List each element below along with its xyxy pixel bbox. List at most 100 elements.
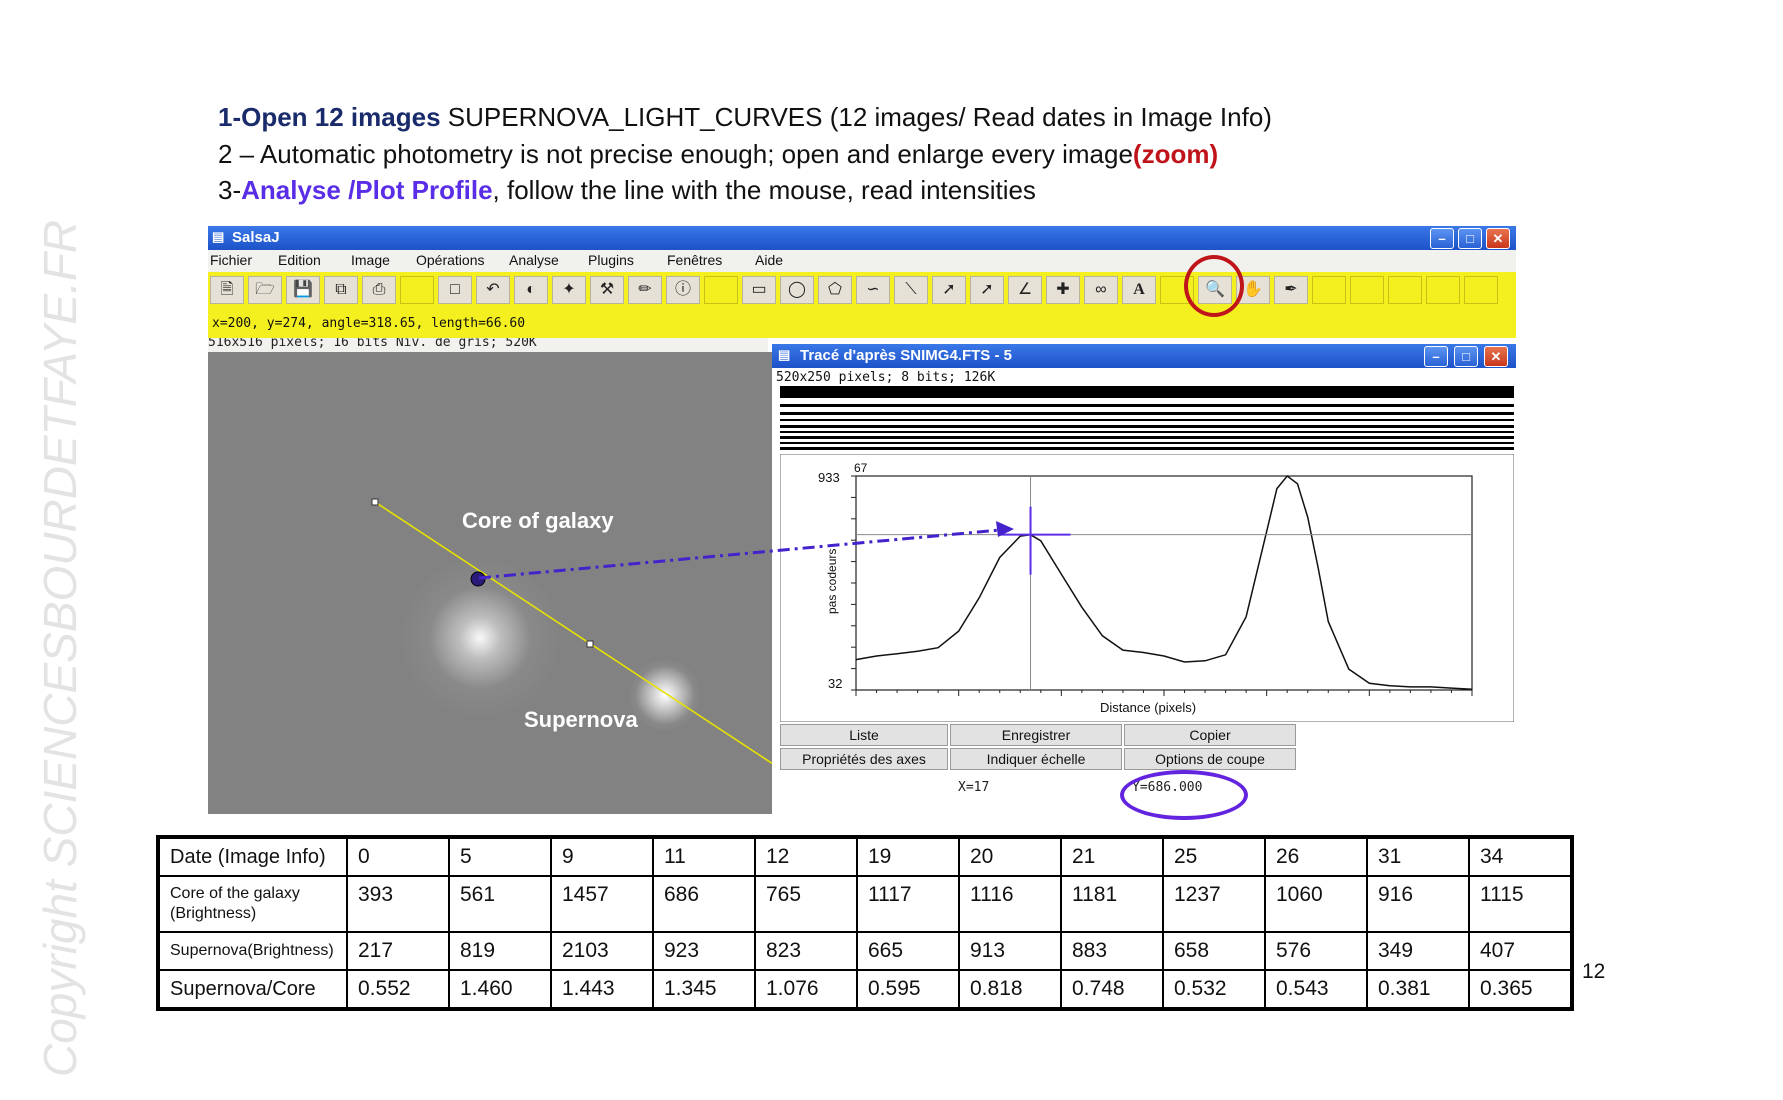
- date-cell: 34: [1468, 836, 1573, 877]
- copier-button[interactable]: Copier: [1124, 724, 1296, 746]
- profile-maximize-button[interactable]: □: [1454, 346, 1478, 367]
- close-button[interactable]: ✕: [1486, 228, 1510, 249]
- zoom-highlight-circle: [1184, 255, 1244, 317]
- ratio-cell: 1.345: [652, 969, 756, 1010]
- ratio-cell: 0.381: [1366, 969, 1470, 1010]
- print-icon[interactable]: ⎙: [362, 276, 396, 304]
- toolbar: 🗎 🗁 💾 ⧉ ⎙ □ ↶ ◐ ✦ ⚒ ✏ ⓘ ▭ ◯ ⬠ ∽ ⟍ ➚ ➚ ∠ …: [208, 272, 1516, 308]
- header-label-supernova: Supernova(Brightness): [157, 931, 348, 971]
- instruction-line-3: 3-Analyse /Plot Profile, follow the line…: [218, 175, 1036, 206]
- supernova-label: Supernova: [524, 707, 638, 732]
- indicate-scale-button[interactable]: Indiquer échelle: [950, 748, 1122, 770]
- supernova-cell: 217: [346, 931, 450, 971]
- rectangle-frame-icon[interactable]: □: [438, 276, 472, 304]
- open-folder-icon[interactable]: 🗁: [248, 276, 282, 304]
- core-cell: 686: [652, 875, 756, 933]
- core-cell: 1115: [1468, 875, 1573, 933]
- instruction-2-zoom: (zoom): [1132, 139, 1219, 169]
- toolbar-spacer: [1426, 276, 1460, 304]
- header-label-core: Core of the galaxy (Brightness): [157, 875, 348, 933]
- date-cell: 25: [1162, 836, 1266, 877]
- core-of-galaxy-label: Core of galaxy: [462, 508, 614, 533]
- freehand-select-icon[interactable]: ∽: [856, 276, 890, 304]
- core-label-line-1: Core of the galaxy: [170, 885, 300, 902]
- supernova-cell: 665: [856, 931, 960, 971]
- line-handle-mid[interactable]: [586, 640, 594, 648]
- profile-info-text: 520x250 pixels; 8 bits; 126K: [776, 370, 996, 385]
- supernova-cell: 349: [1366, 931, 1470, 971]
- ratio-cell: 0.543: [1264, 969, 1368, 1010]
- header-stripes: [780, 386, 1514, 450]
- core-cell: 765: [754, 875, 858, 933]
- core-marker: [470, 571, 486, 587]
- date-cell: 0: [346, 836, 450, 877]
- menu-fichier[interactable]: Fichier: [210, 252, 252, 268]
- new-file-icon[interactable]: 🗎: [210, 276, 244, 304]
- profile-plot[interactable]: 933 67 32 pas codeurs Distance (pixels): [780, 454, 1514, 722]
- supernova-cell: 658: [1162, 931, 1266, 971]
- menu-analyse[interactable]: Analyse: [509, 252, 559, 268]
- dropper-icon[interactable]: ✒: [1274, 276, 1308, 304]
- profile-minimize-button[interactable]: –: [1424, 346, 1448, 367]
- core-cell: 916: [1366, 875, 1470, 933]
- profile-titlebar[interactable]: ▤ Tracé d'après SNIMG4.FTS - 5 – □ ✕: [772, 344, 1516, 368]
- supernova-cell: 576: [1264, 931, 1368, 971]
- y-axis-max-label: 933: [818, 470, 840, 485]
- salsaj-titlebar[interactable]: ▤ SalsaJ – □ ✕: [208, 226, 1516, 250]
- save-icon[interactable]: 💾: [286, 276, 320, 304]
- core-cell: 1181: [1060, 875, 1164, 933]
- polygon-select-icon[interactable]: ⬠: [818, 276, 852, 304]
- menu-aide[interactable]: Aide: [755, 252, 783, 268]
- rectangle-select-icon[interactable]: ▭: [742, 276, 776, 304]
- toolbar-spacer: [704, 276, 738, 304]
- table-row-core: Core of the galaxy (Brightness) 393 561 1…: [157, 875, 1573, 933]
- y-axis-min-label: 32: [828, 676, 842, 691]
- eraser-icon[interactable]: ✏: [628, 276, 662, 304]
- angle-icon[interactable]: ∠: [1008, 276, 1042, 304]
- supernova-cell: 819: [448, 931, 552, 971]
- menu-image[interactable]: Image: [351, 252, 390, 268]
- image-info-text: 516x516 pixels; 16 bits Niv. de gris; 52…: [208, 338, 768, 352]
- ratio-cell: 1.443: [550, 969, 654, 1010]
- date-cell: 26: [1264, 836, 1368, 877]
- enregistrer-button[interactable]: Enregistrer: [950, 724, 1122, 746]
- ratio-cell: 0.552: [346, 969, 450, 1010]
- profile-close-button[interactable]: ✕: [1484, 346, 1508, 367]
- undo-icon[interactable]: ↶: [476, 276, 510, 304]
- table-row-dates: Date (Image Info) 0 5 9 11 12 19 20 21 2…: [157, 836, 1573, 877]
- line-handle-start[interactable]: [371, 498, 379, 506]
- menu-fenetres[interactable]: Fenêtres: [667, 252, 722, 268]
- toolbar-spacer: [1388, 276, 1422, 304]
- menu-operations[interactable]: Opérations: [416, 252, 484, 268]
- oval-select-icon[interactable]: ◯: [780, 276, 814, 304]
- wand-icon[interactable]: ✦: [552, 276, 586, 304]
- menu-plugins[interactable]: Plugins: [588, 252, 634, 268]
- cut-options-button[interactable]: Options de coupe: [1124, 748, 1296, 770]
- header-label-ratio: Supernova/Core: [157, 969, 348, 1010]
- crosshair-icon[interactable]: ✚: [1046, 276, 1080, 304]
- salsaj-title: SalsaJ: [232, 229, 280, 246]
- core-cell: 1116: [958, 875, 1062, 933]
- status-bar: x=200, y=274, angle=318.65, length=66.60: [208, 308, 1516, 338]
- maximize-button[interactable]: □: [1458, 228, 1482, 249]
- straight-line-icon[interactable]: ⟍: [894, 276, 928, 304]
- minimize-button[interactable]: –: [1430, 228, 1454, 249]
- ratio-cell: 0.748: [1060, 969, 1164, 1010]
- stack-icon[interactable]: ⧉: [324, 276, 358, 304]
- freehand-line-icon[interactable]: ➚: [970, 276, 1004, 304]
- menu-edition[interactable]: Edition: [278, 252, 321, 268]
- supernova-cell: 2103: [550, 931, 654, 971]
- instruction-3-menu-path: Analyse /Plot Profile: [241, 175, 493, 205]
- axes-properties-button[interactable]: Propriétés des axes: [780, 748, 948, 770]
- photometry-icon[interactable]: ∞: [1084, 276, 1118, 304]
- liste-button[interactable]: Liste: [780, 724, 948, 746]
- table-row-ratio: Supernova/Core 0.552 1.460 1.443 1.345 1…: [157, 969, 1573, 1010]
- text-tool-icon[interactable]: A: [1122, 276, 1156, 304]
- info-icon[interactable]: ⓘ: [666, 276, 700, 304]
- tools-icon[interactable]: ⚒: [590, 276, 624, 304]
- contrast-icon[interactable]: ◐: [514, 276, 548, 304]
- segmented-line-icon[interactable]: ➚: [932, 276, 966, 304]
- core-label-line-2: (Brightness): [170, 905, 257, 922]
- core-cell: 561: [448, 875, 552, 933]
- app-icon: ▤: [212, 229, 225, 244]
